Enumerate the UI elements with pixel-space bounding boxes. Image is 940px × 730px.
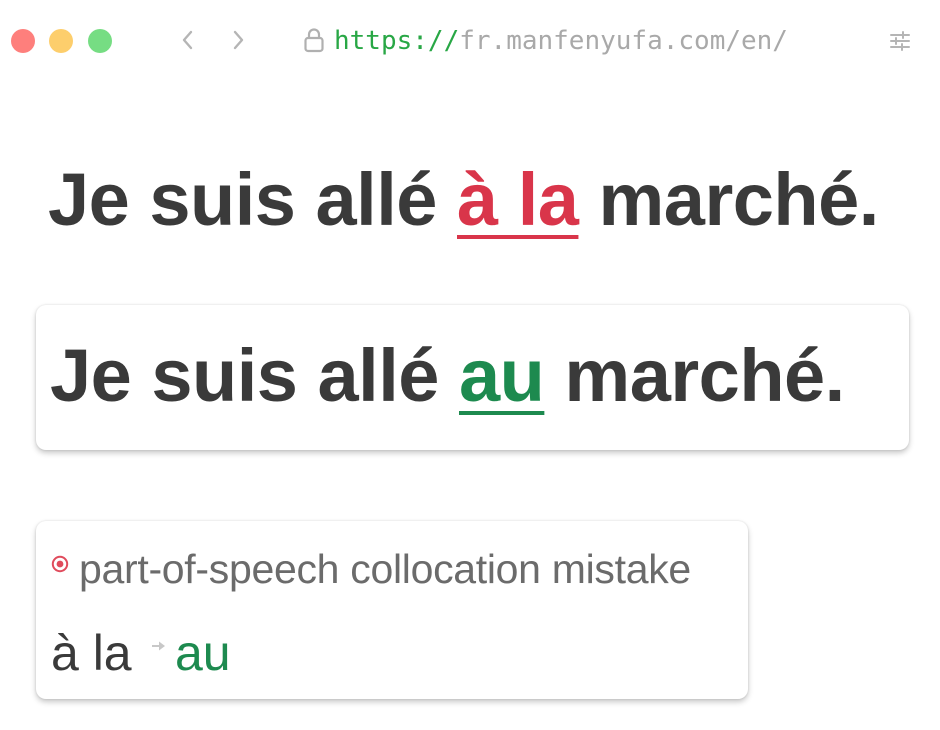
settings-sliders-icon[interactable] [888, 29, 912, 53]
browser-toolbar: https://fr.manfenyufa.com/en/ [0, 0, 940, 80]
arrow-right-icon [150, 639, 166, 653]
maximize-window-button[interactable] [88, 29, 112, 53]
error-target-icon [51, 555, 69, 573]
suggestion-original-text: à la [51, 625, 132, 681]
back-chevron-icon[interactable] [176, 26, 200, 54]
lock-icon [302, 27, 326, 53]
forward-chevron-icon[interactable] [226, 26, 250, 54]
original-sentence: Je suis allé à la marché. [48, 155, 879, 245]
original-before-text: Je suis allé [48, 158, 457, 241]
minimize-window-button[interactable] [49, 29, 73, 53]
close-window-button[interactable] [11, 29, 35, 53]
url-host: fr.manfenyufa.com/en/ [459, 26, 788, 56]
suggestion-replacement-text[interactable]: au [175, 625, 231, 681]
original-after-text: marché. [578, 158, 879, 241]
address-bar[interactable]: https://fr.manfenyufa.com/en/ [334, 25, 788, 57]
correction-highlight[interactable]: au [459, 334, 545, 417]
corrected-sentence: Je suis allé au marché. [50, 331, 845, 421]
error-highlight[interactable]: à la [457, 158, 579, 241]
corrected-before-text: Je suis allé [50, 334, 459, 417]
error-category-label: part-of-speech collocation mistake [79, 546, 691, 592]
corrected-after-text: marché. [544, 334, 845, 417]
suggestion-card[interactable]: part-of-speech collocation mistake à la … [36, 521, 748, 699]
url-scheme: https:// [334, 26, 460, 56]
corrected-sentence-card: Je suis allé au marché. [36, 305, 909, 450]
